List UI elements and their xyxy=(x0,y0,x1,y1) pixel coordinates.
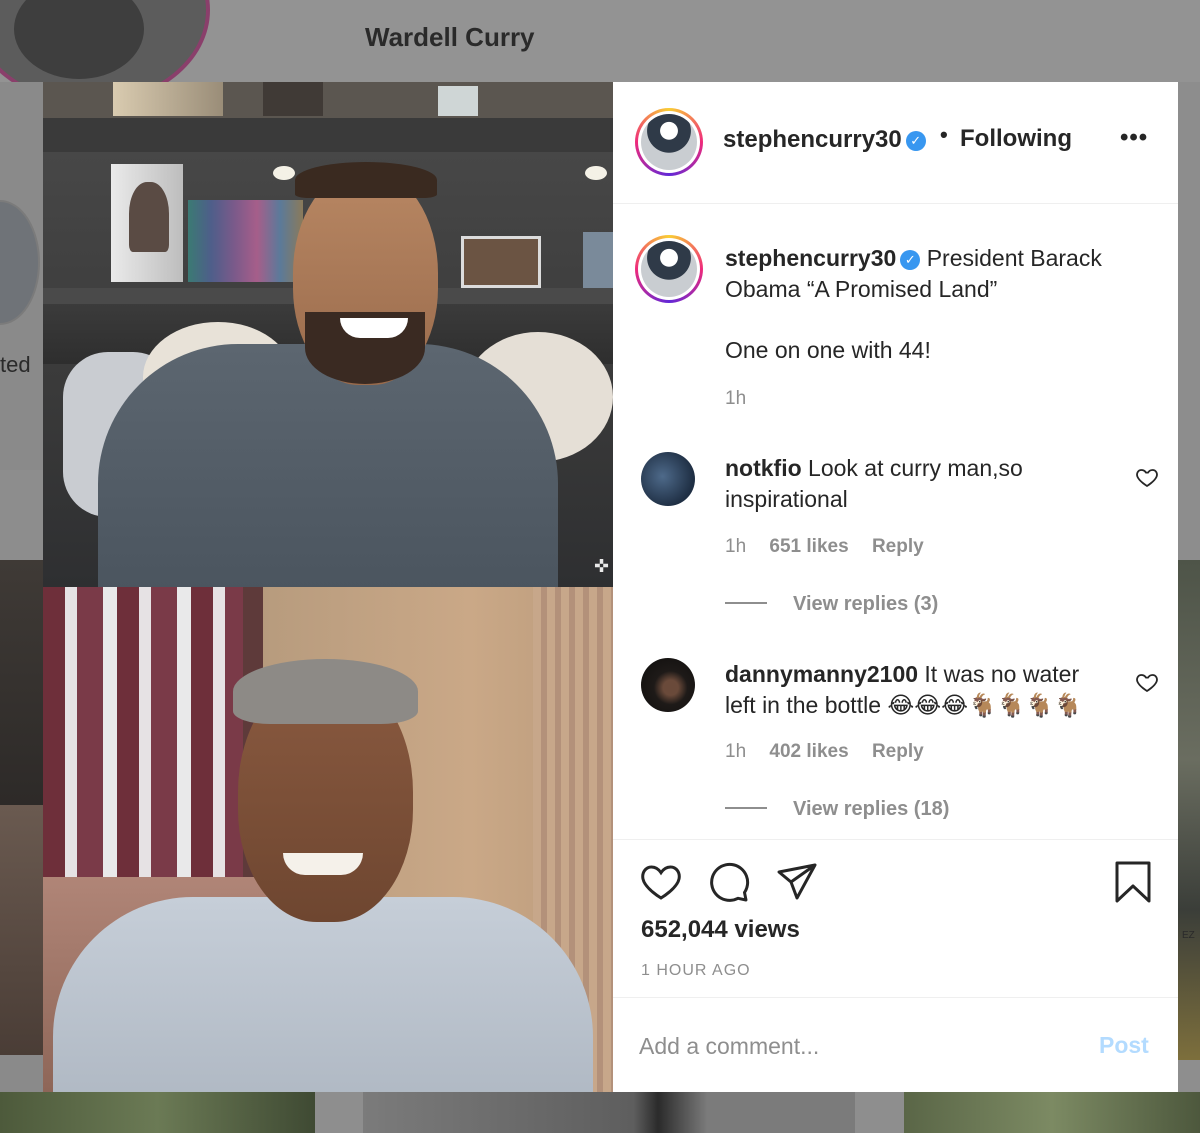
comment-avatar[interactable] xyxy=(641,452,695,506)
comment-meta: 1h 402 likes Reply xyxy=(725,741,942,763)
heart-icon[interactable] xyxy=(639,860,683,904)
video-frame-top xyxy=(43,82,613,587)
add-comment-bar: Post xyxy=(613,997,1178,1092)
caption-text: President Barack xyxy=(926,245,1102,271)
background-thumbnail xyxy=(904,1092,1200,1133)
view-replies-label[interactable]: View replies (3) xyxy=(793,593,938,615)
user-avatar[interactable] xyxy=(635,108,703,176)
comment-avatar[interactable] xyxy=(641,658,695,712)
post-detail-panel: stephencurry30 ✓ • Following ••• stephenc… xyxy=(613,82,1178,1092)
background-right-column xyxy=(1178,82,1200,560)
like-comment-heart-icon[interactable] xyxy=(1135,670,1159,694)
background-thumbnail xyxy=(0,560,43,805)
caption-username[interactable]: stephencurry30 xyxy=(725,245,896,271)
comment-meta: 1h 651 likes Reply xyxy=(725,536,942,558)
view-replies-label[interactable]: View replies (18) xyxy=(793,798,949,820)
post-timestamp: 1 HOUR AGO xyxy=(641,962,751,979)
video-frame-bottom xyxy=(43,587,613,1092)
background-partial-label: EZ xyxy=(1182,930,1195,941)
view-replies-button[interactable]: View replies (3) xyxy=(725,593,938,616)
following-button[interactable]: Following xyxy=(960,125,1072,153)
comment-time: 1h xyxy=(725,741,747,762)
post-actions: 652,044 views 1 HOUR AGO xyxy=(613,839,1178,997)
post-comment-button[interactable]: Post xyxy=(1099,1032,1149,1059)
view-replies-button[interactable]: View replies (18) xyxy=(725,798,949,821)
background-profile-header: Wardell Curry xyxy=(0,0,1200,105)
move-crosshair-icon: ✜ xyxy=(594,556,610,576)
background-thumbnail xyxy=(0,470,43,560)
post-media-video[interactable]: ✜ xyxy=(43,82,613,1092)
background-thumbnail xyxy=(363,1092,855,1133)
comment-username[interactable]: dannymanny2100 xyxy=(725,661,918,687)
caption-avatar[interactable] xyxy=(635,235,703,303)
paper-plane-icon[interactable] xyxy=(775,860,819,904)
background-profile-name: Wardell Curry xyxy=(365,22,535,52)
comment-time: 1h xyxy=(725,536,747,557)
like-comment-heart-icon[interactable] xyxy=(1135,465,1159,489)
view-count[interactable]: 652,044 views xyxy=(641,916,800,944)
comments-list[interactable]: stephencurry30 ✓ President Barack Obama “… xyxy=(613,205,1178,838)
comment-likes[interactable]: 402 likes xyxy=(769,741,848,762)
comment-text: inspirational xyxy=(725,486,848,512)
caption-text: One on one with 44! xyxy=(725,337,931,363)
header-username[interactable]: stephencurry30 xyxy=(723,126,902,153)
background-thumbnail xyxy=(1178,560,1200,1060)
verified-badge-icon: ✓ xyxy=(905,131,926,151)
caption-time: 1h xyxy=(725,388,747,409)
comment-username[interactable]: notkfio xyxy=(725,455,802,481)
caption-text: Obama “A Promised Land” xyxy=(725,276,998,302)
more-options-icon[interactable]: ••• xyxy=(1120,124,1148,152)
comment-bubble-icon[interactable] xyxy=(707,860,751,904)
caption-timestamp: 1h xyxy=(725,388,764,410)
background-thumbnail xyxy=(0,805,43,1055)
comment-reply-button[interactable]: Reply xyxy=(872,741,924,762)
comment-text: left in the bottle 😂😂😂🐐🐐🐐🐐 xyxy=(725,692,1083,718)
background-thumbnail xyxy=(0,1092,315,1133)
comment-first-line: notkfio Look at curry man,so xyxy=(725,455,1023,482)
post-header: stephencurry30 ✓ • Following ••• xyxy=(613,82,1178,204)
comment-reply-button[interactable]: Reply xyxy=(872,536,924,557)
verified-badge-icon: ✓ xyxy=(900,250,921,270)
comment-input[interactable] xyxy=(639,1028,1079,1064)
comment-text: Look at curry man,so xyxy=(808,455,1023,481)
comment-first-line: dannymanny2100 It was no water xyxy=(725,661,1079,688)
comment-likes[interactable]: 651 likes xyxy=(769,536,848,557)
bookmark-icon[interactable] xyxy=(1111,860,1155,904)
separator-dot: • xyxy=(940,122,948,147)
background-partial-text: ted xyxy=(0,352,31,377)
comment-text: It was no water xyxy=(924,661,1080,687)
caption-first-line: stephencurry30 ✓ President Barack xyxy=(725,245,1102,272)
header-username-link[interactable]: stephencurry30 ✓ xyxy=(723,126,926,154)
